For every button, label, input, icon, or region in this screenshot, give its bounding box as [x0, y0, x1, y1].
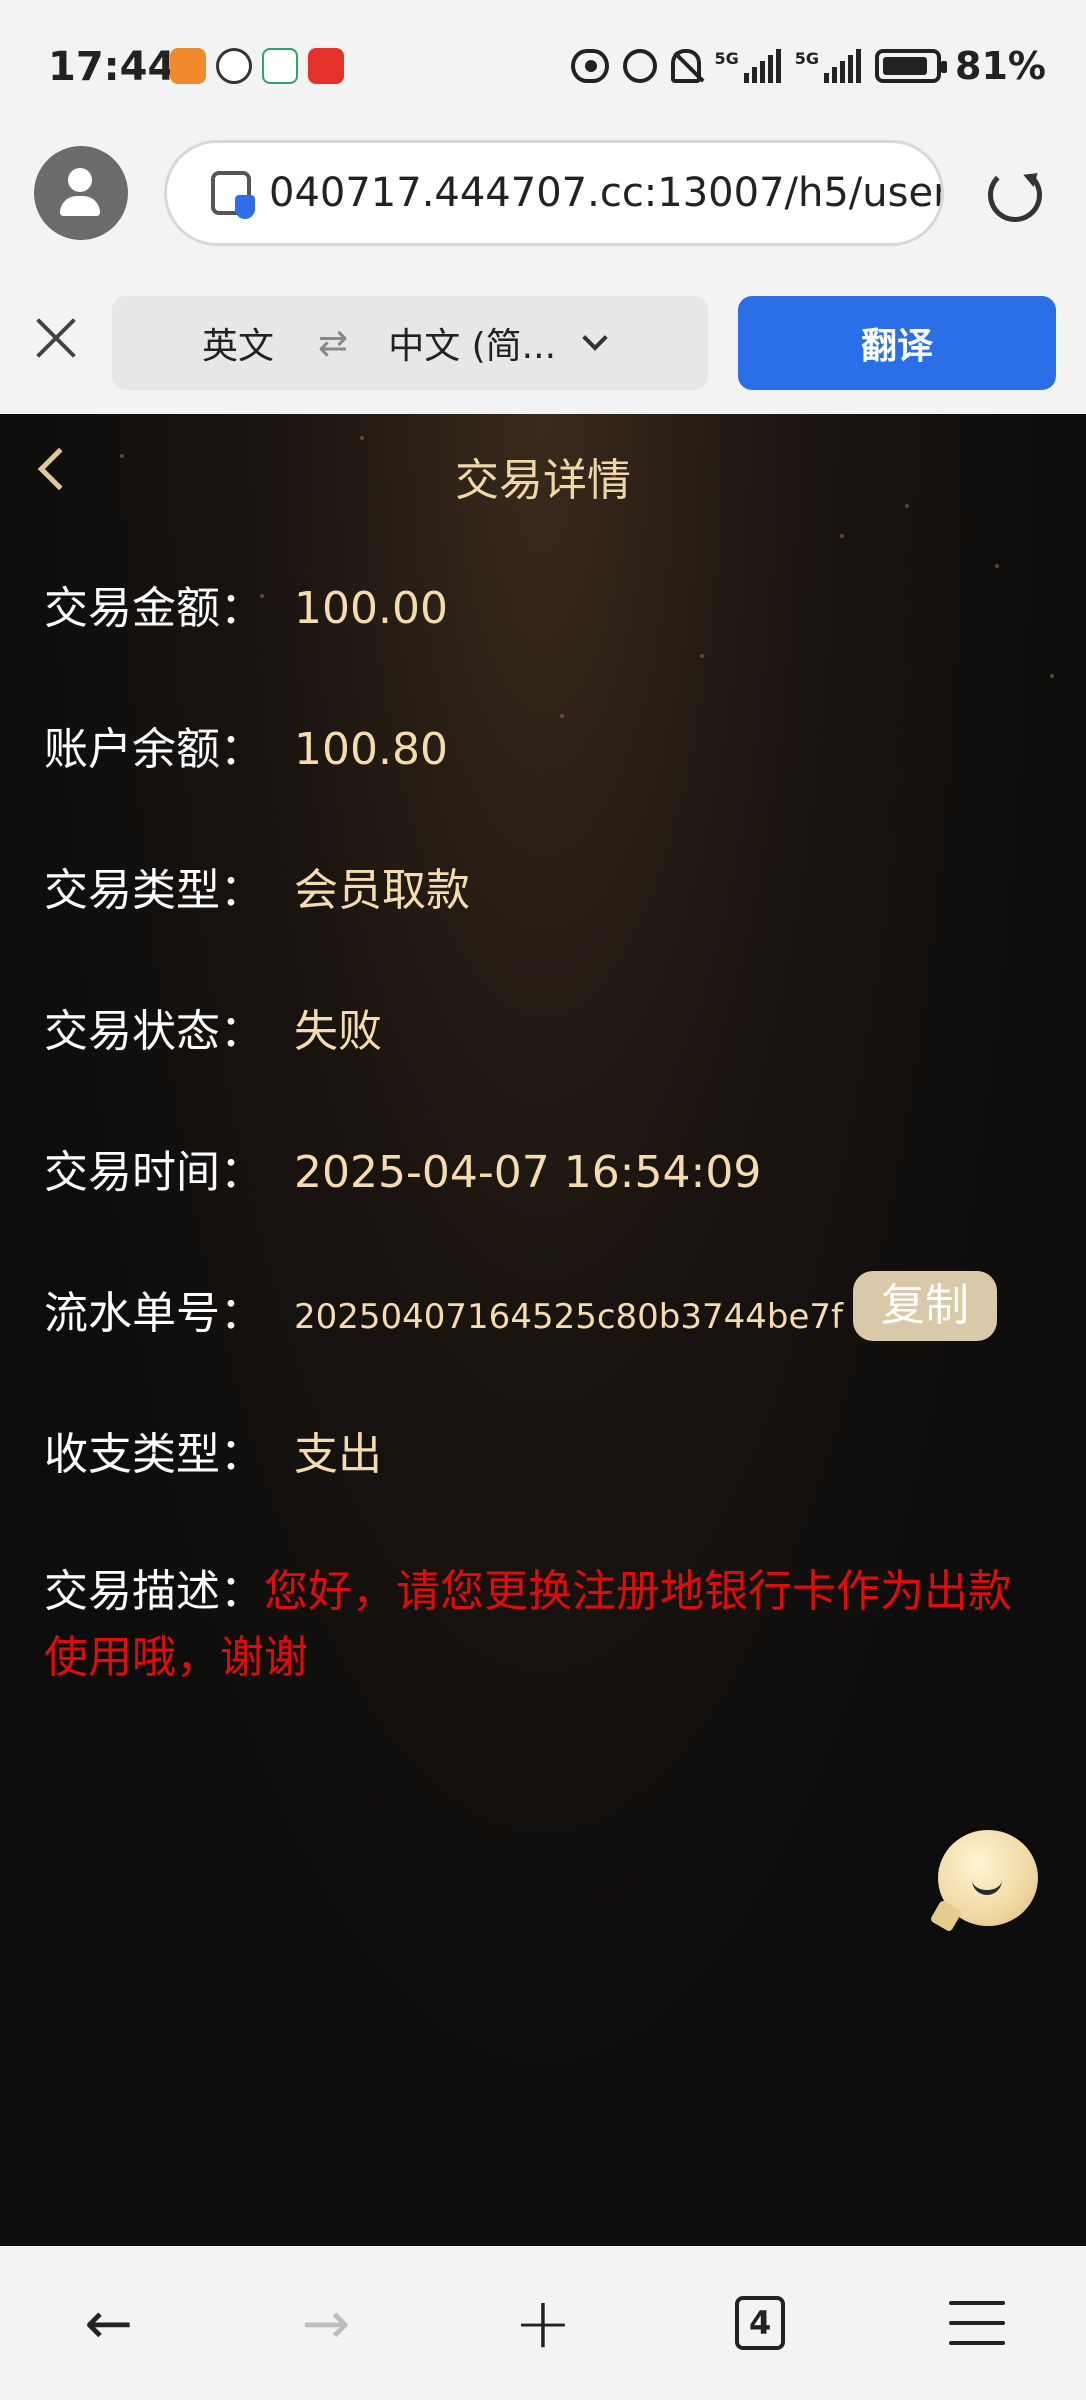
tab-count: 4: [735, 2296, 786, 2350]
translate-bar: 英文 ⇄ 中文 (简... 翻译: [0, 280, 1086, 396]
transaction-detail-page: 交易详情 交易金额： 100.00 账户余额： 100.80 交易类型： 会员取…: [0, 414, 1086, 2246]
detail-value: 100.00: [294, 583, 448, 634]
detail-label: 交易描述：: [44, 1566, 264, 1617]
detail-value: 会员取款: [294, 865, 470, 916]
detail-value: 2025-04-07 16:54:09: [294, 1147, 762, 1198]
detail-label: 账户余额：: [44, 724, 264, 775]
arrow-left-icon: ←: [84, 2289, 133, 2357]
profile-avatar-icon[interactable]: [34, 146, 128, 240]
close-translate-icon[interactable]: [34, 316, 78, 360]
customer-service-chat-icon[interactable]: [938, 1830, 1038, 1926]
detail-row-time: 交易时间： 2025-04-07 16:54:09: [44, 1136, 1054, 1277]
chevron-down-icon[interactable]: [582, 325, 608, 351]
transaction-details: 交易金额： 100.00 账户余额： 100.80 交易类型： 会员取款 交易状…: [44, 572, 1054, 1691]
bell-muted-icon: [670, 49, 701, 83]
translate-button[interactable]: 翻译: [738, 296, 1056, 390]
detail-label: 交易金额：: [44, 583, 264, 634]
notification-icons: [170, 48, 344, 84]
new-tab-button[interactable]: +: [498, 2278, 588, 2368]
detail-row-amount: 交易金额： 100.00: [44, 572, 1054, 713]
detail-row-balance: 账户余额： 100.80: [44, 713, 1054, 854]
language-selector[interactable]: 英文 ⇄ 中文 (简...: [112, 296, 708, 390]
status-time: 17:44: [48, 44, 176, 90]
plus-icon: +: [513, 2282, 573, 2364]
back-button[interactable]: ←: [64, 2278, 154, 2368]
hamburger-menu-icon: [949, 2301, 1006, 2345]
detail-label: 交易时间：: [44, 1147, 264, 1198]
detail-value: 100.80: [294, 724, 448, 775]
battery-percent: 81%: [955, 44, 1046, 88]
forward-button[interactable]: →: [281, 2278, 371, 2368]
detail-row-type: 交易类型： 会员取款: [44, 854, 1054, 995]
app-notification-icon: [170, 48, 206, 84]
source-language[interactable]: 英文: [202, 317, 274, 369]
detail-label: 流水单号：: [44, 1288, 264, 1339]
url-text[interactable]: 040717.444707.cc:13007/h5/user: [269, 170, 941, 216]
detail-label: 收支类型：: [44, 1429, 264, 1480]
menu-button[interactable]: [932, 2278, 1022, 2368]
arrow-right-icon: →: [301, 2289, 351, 2357]
reload-icon[interactable]: [988, 168, 1042, 222]
battery-icon: [875, 49, 948, 83]
detail-row-income-type: 收支类型： 支出: [44, 1418, 1054, 1559]
detail-row-status: 交易状态： 失败: [44, 995, 1054, 1136]
status-bar: 17:44 5G 5G 81%: [0, 0, 1086, 140]
tabs-button[interactable]: 4: [715, 2278, 805, 2368]
detail-row-serial: 流水单号： 20250407164525c80b3744be7f 复制: [44, 1271, 1054, 1418]
signal-5g-icon: 5G: [715, 49, 781, 83]
swap-languages-icon[interactable]: ⇄: [318, 323, 348, 364]
site-security-icon[interactable]: [211, 171, 255, 219]
signal-5g-secondary-icon: 5G: [795, 49, 862, 83]
page-header: 交易详情: [0, 414, 1086, 534]
eye-icon: [570, 49, 609, 83]
alarm-clock-icon: [622, 49, 657, 83]
copy-button[interactable]: 复制: [853, 1271, 998, 1341]
url-bar[interactable]: 040717.444707.cc:13007/h5/user: [164, 140, 944, 246]
game-app-icon: [308, 48, 344, 84]
home-app-icon: [262, 48, 298, 84]
detail-value: 支出: [294, 1429, 382, 1480]
page-title: 交易详情: [455, 455, 631, 506]
detail-label: 交易状态：: [44, 1006, 264, 1057]
system-status-icons: 5G 5G 81%: [570, 44, 1046, 88]
detail-label: 交易类型：: [44, 865, 264, 916]
hand-stop-icon: [216, 48, 252, 84]
browser-address-row: 040717.444707.cc:13007/h5/user: [0, 140, 1086, 250]
target-language[interactable]: 中文 (简...: [388, 317, 556, 369]
browser-bottom-nav: ← → + 4: [0, 2246, 1086, 2400]
detail-row-description: 交易描述：您好，请您更换注册地银行卡作为出款使用哦，谢谢: [44, 1559, 1054, 1691]
detail-value: 失败: [294, 1006, 382, 1057]
serial-number: 20250407164525c80b3744be7f: [294, 1297, 844, 1337]
